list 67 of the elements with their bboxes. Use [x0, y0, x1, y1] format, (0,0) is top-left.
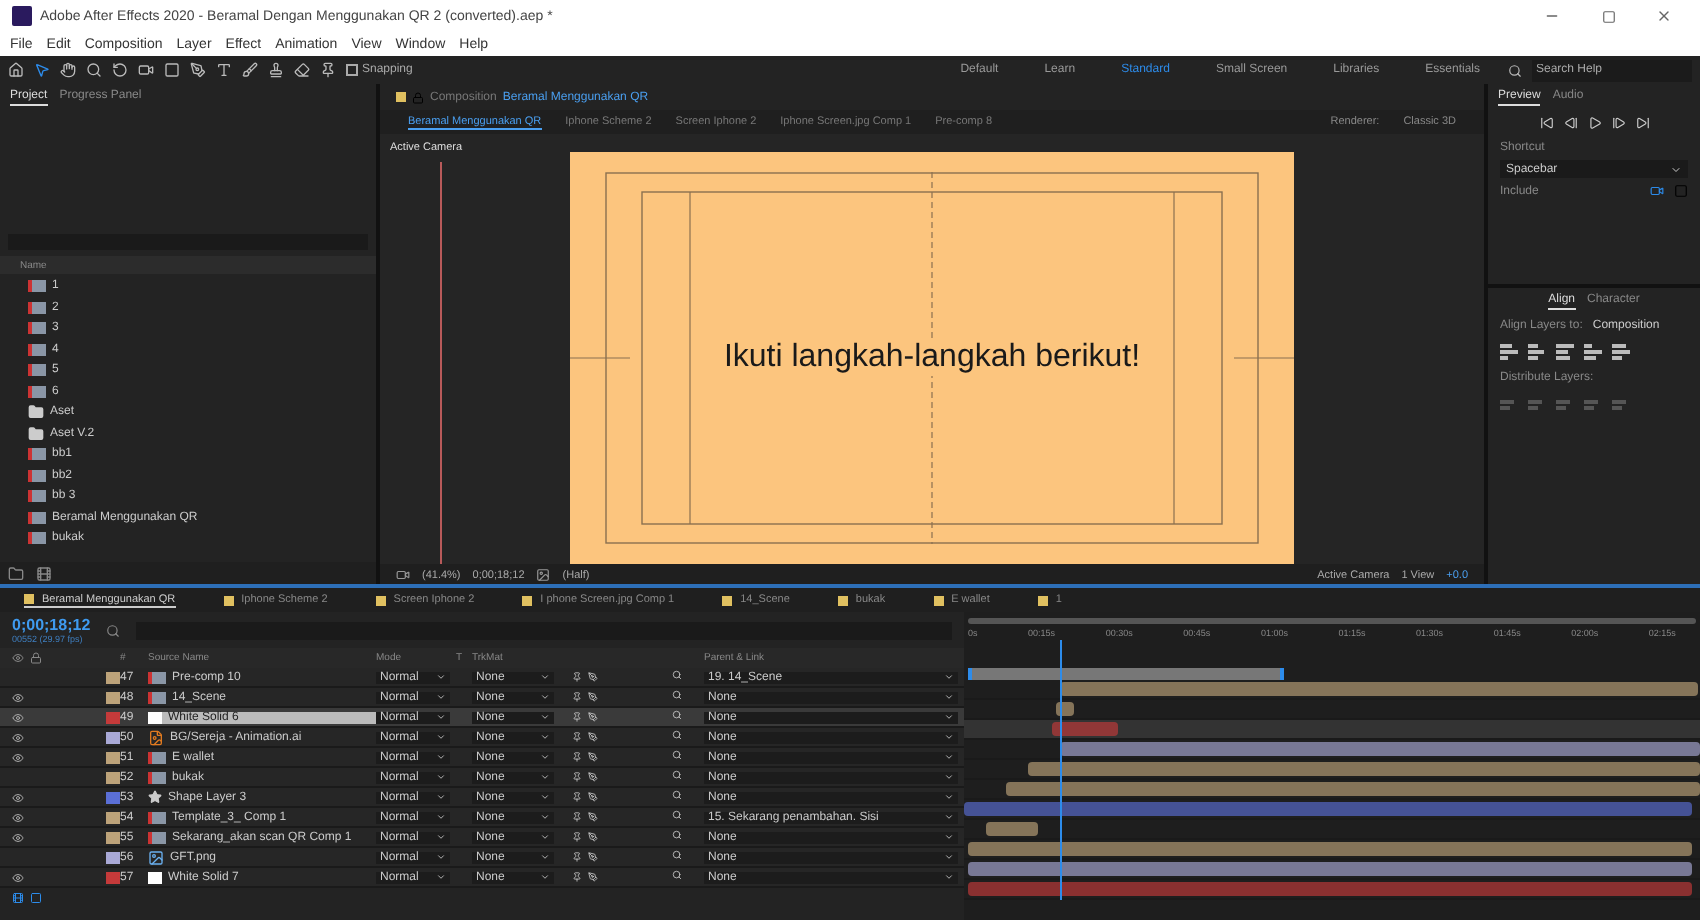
- image-icon: [148, 849, 164, 865]
- eye-icon[interactable]: [12, 691, 24, 703]
- folder-icon: [28, 425, 44, 442]
- eye-icon[interactable]: [12, 871, 24, 883]
- label-color[interactable]: [106, 791, 120, 803]
- type-icon[interactable]: [216, 62, 232, 78]
- hand-icon[interactable]: [60, 62, 76, 78]
- app-icon: [12, 6, 32, 26]
- pointer-icon[interactable]: [34, 62, 50, 78]
- solid-icon: [148, 711, 162, 723]
- video-icon: [1650, 184, 1664, 198]
- eye-icon[interactable]: [12, 831, 24, 843]
- caret-icon: [1670, 163, 1682, 175]
- timecode[interactable]: 0;00;18;12: [12, 616, 91, 634]
- align-icon[interactable]: [1556, 344, 1574, 360]
- search-icon: [106, 623, 121, 637]
- label-color[interactable]: [106, 851, 120, 863]
- close-icon[interactable]: [1656, 8, 1672, 24]
- align-icon[interactable]: [1528, 344, 1546, 360]
- search-icon: [1508, 63, 1522, 77]
- align-icon[interactable]: [1612, 344, 1630, 360]
- brush-icon[interactable]: [242, 62, 258, 78]
- composition-icon: [36, 565, 52, 581]
- label-color[interactable]: [106, 691, 120, 703]
- rotate-icon[interactable]: [112, 62, 128, 78]
- folder-icon: [8, 565, 24, 581]
- label-color[interactable]: [106, 811, 120, 823]
- label-color[interactable]: [106, 771, 120, 783]
- eye-icon[interactable]: [12, 751, 24, 763]
- home-icon[interactable]: [8, 62, 24, 78]
- pin-icon[interactable]: [320, 62, 336, 78]
- label-color[interactable]: [106, 871, 120, 883]
- zoom-icon[interactable]: [86, 62, 102, 78]
- folder-icon: [28, 404, 44, 421]
- first-frame-icon: [1539, 116, 1553, 130]
- eye-icon[interactable]: [12, 711, 24, 723]
- lock-icon: [412, 91, 424, 103]
- eye-icon: [12, 652, 24, 664]
- align-icon[interactable]: [1584, 344, 1602, 360]
- lock-icon: [30, 652, 42, 664]
- composition-icon: [12, 892, 24, 904]
- play-icon: [1587, 116, 1601, 130]
- previous-frame-icon: [1563, 116, 1577, 130]
- eye-icon[interactable]: [12, 731, 24, 743]
- label-swatch: [396, 92, 406, 102]
- camera-icon: [396, 568, 410, 582]
- camera-icon[interactable]: [138, 62, 154, 78]
- eye-icon[interactable]: [12, 791, 24, 803]
- maximize-icon[interactable]: [1601, 9, 1615, 23]
- file-icon: [148, 729, 164, 745]
- align-icon[interactable]: [1500, 344, 1518, 360]
- solid-icon: [148, 871, 162, 883]
- layer-bar[interactable]: [1052, 722, 1119, 736]
- next-frame-icon: [1611, 116, 1625, 130]
- stamp-icon[interactable]: [268, 62, 284, 78]
- label-color[interactable]: [106, 711, 120, 723]
- pen-icon[interactable]: [190, 62, 206, 78]
- star-icon: [148, 790, 162, 804]
- label-color[interactable]: [106, 731, 120, 743]
- toggle-icon: [30, 892, 42, 904]
- rectangle-icon[interactable]: [164, 62, 180, 78]
- eraser-icon[interactable]: [294, 62, 310, 78]
- label-color[interactable]: [106, 671, 120, 683]
- last-frame-icon: [1635, 116, 1649, 130]
- label-color[interactable]: [106, 831, 120, 843]
- label-color[interactable]: [106, 751, 120, 763]
- eye-icon[interactable]: [12, 811, 24, 823]
